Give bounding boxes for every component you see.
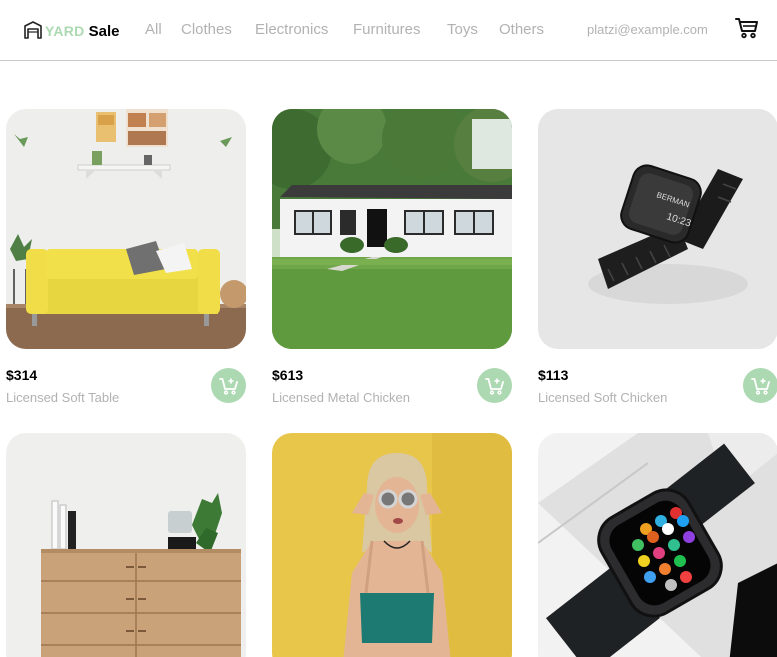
product-image-watch-black[interactable]: BERMAN 10:23 — [538, 109, 777, 349]
add-to-cart-button[interactable] — [211, 368, 246, 403]
product-name: Licensed Soft Table — [6, 390, 120, 405]
add-to-cart-button[interactable] — [477, 368, 512, 403]
nav-link-others[interactable]: Others — [499, 21, 544, 38]
nav-link-toys[interactable]: Toys — [447, 21, 478, 38]
product-name: Licensed Metal Chicken — [272, 390, 411, 405]
logo-sale-text: Sale — [88, 22, 120, 40]
product-name: Licensed Soft Chicken — [538, 390, 668, 405]
logo-yard-text: YARD — [45, 23, 85, 39]
product-image-sofa[interactable] — [6, 109, 246, 349]
add-to-cart-icon — [484, 377, 504, 395]
nav-link-furnitures[interactable]: Furnitures — [353, 21, 421, 38]
add-to-cart-icon — [750, 377, 770, 395]
shop-building-icon — [24, 21, 42, 39]
product-image-house[interactable] — [272, 109, 512, 349]
shopping-cart-icon[interactable] — [735, 16, 759, 40]
add-to-cart-icon — [218, 377, 238, 395]
product-price: $613 — [272, 367, 304, 383]
nav-link-clothes[interactable]: Clothes — [181, 21, 232, 38]
user-email[interactable]: platzi@example.com — [587, 22, 708, 37]
nav-link-all[interactable]: All — [145, 21, 162, 38]
product-price: $113 — [538, 367, 569, 383]
navbar: YARD Sale All Clothes Electronics Furnit… — [0, 0, 777, 61]
product-image-dresser[interactable] — [6, 433, 246, 657]
product-image-smartwatch[interactable] — [538, 433, 777, 657]
product-price: $314 — [6, 367, 38, 383]
product-image-woman[interactable] — [272, 433, 512, 657]
logo[interactable]: YARD Sale — [23, 17, 119, 43]
nav-link-electronics[interactable]: Electronics — [255, 21, 328, 38]
add-to-cart-button[interactable] — [743, 368, 777, 403]
